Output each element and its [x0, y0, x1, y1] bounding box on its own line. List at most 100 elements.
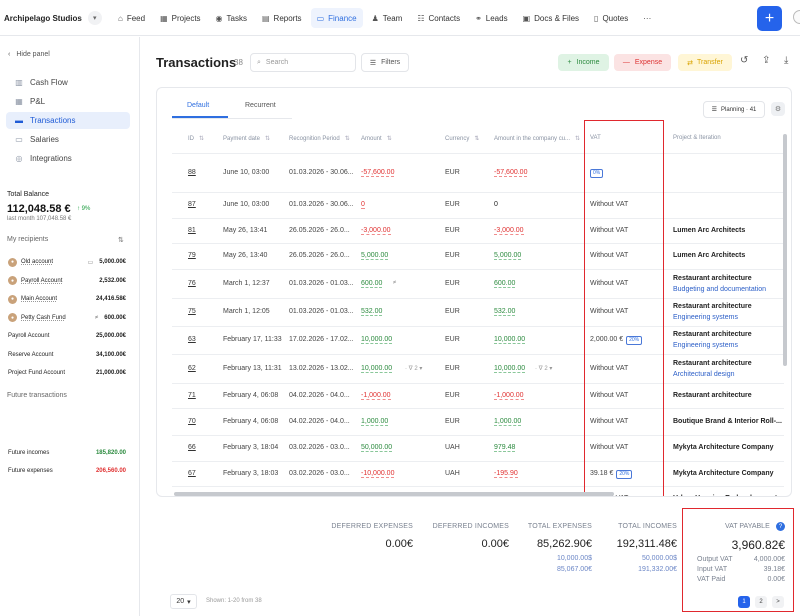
- row-divider: [172, 383, 784, 384]
- filters-button[interactable]: ☰ Filters: [361, 53, 409, 72]
- row-project[interactable]: Urban Housing Redevelopment: [673, 495, 777, 497]
- column-header[interactable]: Payment date ⇅: [223, 135, 270, 142]
- column-header[interactable]: Currency ⇅: [445, 135, 479, 142]
- recipient-row[interactable]: ● Main Account 24,416.58€: [8, 292, 126, 306]
- row-id[interactable]: 63: [188, 336, 196, 343]
- row-iteration[interactable]: Budgeting and documentation: [673, 286, 766, 293]
- sidebar-item-cash-flow[interactable]: ▥ Cash Flow: [6, 74, 130, 91]
- row-amount[interactable]: 10,000.00: [361, 365, 393, 373]
- page-button[interactable]: 2: [755, 596, 767, 608]
- recipient-row[interactable]: ● Payroll Account 2,532.00€: [8, 274, 126, 288]
- column-header[interactable]: Amount in the company cu... ⇅: [494, 135, 580, 142]
- row-id[interactable]: 66: [188, 444, 196, 451]
- planning-button[interactable]: ☰ Planning · 41: [703, 101, 765, 118]
- nav-item-finance[interactable]: ▭ Finance: [310, 8, 363, 28]
- row-id[interactable]: 70: [188, 418, 196, 425]
- row-id[interactable]: 87: [188, 201, 196, 208]
- row-amount[interactable]: 600.00: [361, 280, 383, 288]
- recipient-row[interactable]: ● Old account ▭ 5,000.00€: [8, 255, 126, 269]
- column-header[interactable]: Project & Iteration: [673, 135, 721, 141]
- future-row[interactable]: Future incomes 185,820.00: [8, 446, 126, 460]
- row-amount[interactable]: 1,000.00: [361, 418, 389, 426]
- row-amount[interactable]: -10,000.00: [361, 470, 395, 478]
- upload-icon[interactable]: ⇪: [762, 55, 770, 66]
- history-icon[interactable]: ↺: [740, 55, 748, 66]
- nav-item-leads[interactable]: ⚭ Leads: [469, 8, 514, 28]
- page-button[interactable]: 1: [738, 596, 750, 608]
- user-avatar[interactable]: [793, 10, 800, 24]
- row-amount[interactable]: -57,600.00: [361, 169, 395, 177]
- row-project[interactable]: Boutique Brand & Interior Roll-...: [673, 418, 782, 425]
- nav-item-[interactable]: ···: [637, 8, 657, 28]
- org-switcher[interactable]: Archipelago Studios ▾: [4, 8, 102, 28]
- nav-item-projects[interactable]: ▦ Projects: [154, 8, 206, 28]
- sidebar-item-p-l[interactable]: ▦ P&L: [6, 93, 130, 110]
- per-page-select[interactable]: 20 ▾: [170, 594, 197, 609]
- row-project[interactable]: Mykyta Architecture Company: [673, 444, 774, 451]
- row-project[interactable]: Restaurant architecture: [673, 392, 752, 399]
- search-input[interactable]: ⌕ Search: [250, 53, 356, 72]
- recipient-row[interactable]: ● Petty Cash Fund ≠ 600.00€: [8, 311, 126, 325]
- balance-change-badge: ↑ 9%: [77, 206, 91, 212]
- row-id[interactable]: 79: [188, 252, 196, 259]
- row-project[interactable]: Restaurant architecture: [673, 360, 752, 367]
- nav-item-tasks[interactable]: ◉ Tasks: [210, 8, 253, 28]
- hide-panel-button[interactable]: ‹ Hide panel: [8, 51, 50, 58]
- nav-item-contacts[interactable]: ☷ Contacts: [411, 8, 466, 28]
- create-button[interactable]: +: [757, 6, 782, 31]
- column-header[interactable]: ID ⇅: [188, 135, 204, 142]
- row-id[interactable]: 81: [188, 227, 196, 234]
- add-transfer-button[interactable]: ⇄ Transfer: [678, 54, 732, 71]
- row-amount[interactable]: -3,000.00: [361, 227, 391, 235]
- row-amount[interactable]: 50,000.00: [361, 444, 393, 452]
- recipient-row[interactable]: Reserve Account 34,100.00€: [8, 348, 126, 362]
- row-id[interactable]: 62: [188, 365, 196, 372]
- row-company-extra[interactable]: · ∇ 2 ▾: [535, 365, 552, 372]
- row-id[interactable]: 71: [188, 392, 196, 399]
- tab-recurrent[interactable]: Recurrent: [245, 102, 276, 109]
- sidebar-item-integrations[interactable]: ◎ Integrations: [6, 150, 130, 167]
- gear-icon[interactable]: ⚙: [771, 102, 785, 116]
- future-row[interactable]: Future expenses 206,560.00: [8, 464, 126, 478]
- row-amount-extra[interactable]: · ∇ 2 ▾: [405, 365, 422, 372]
- row-amount[interactable]: 532.00: [361, 308, 383, 316]
- recipient-row[interactable]: Payroll Account 25,000.00€: [8, 329, 126, 343]
- row-project[interactable]: Restaurant architecture: [673, 303, 752, 310]
- row-project[interactable]: Mykyta Architecture Company: [673, 470, 774, 477]
- row-amount-extra[interactable]: ≠: [393, 280, 396, 286]
- row-id[interactable]: 75: [188, 308, 196, 315]
- row-iteration[interactable]: Engineering systems: [673, 314, 738, 321]
- column-header[interactable]: Amount ⇅: [361, 135, 392, 142]
- horizontal-scrollbar[interactable]: [174, 492, 614, 496]
- row-id[interactable]: 67: [188, 470, 196, 477]
- recipient-row[interactable]: Project Fund Account 21,000.00€: [8, 366, 126, 380]
- add-income-button[interactable]: + Income: [558, 54, 609, 71]
- row-iteration[interactable]: Architectural design: [673, 371, 734, 378]
- download-icon[interactable]: ⤓: [784, 55, 788, 66]
- row-id[interactable]: 76: [188, 280, 196, 287]
- row-project[interactable]: Restaurant architecture: [673, 331, 752, 338]
- vertical-scrollbar[interactable]: [783, 134, 787, 366]
- row-amount[interactable]: 10,000.00: [361, 336, 393, 344]
- nav-item-docs-files[interactable]: ▣ Docs & Files: [517, 8, 585, 28]
- info-icon[interactable]: ?: [776, 522, 785, 531]
- column-header[interactable]: Recognition Period ⇅: [289, 135, 350, 142]
- sidebar-item-salaries[interactable]: ▭ Salaries: [6, 131, 130, 148]
- row-amount[interactable]: 0: [361, 201, 365, 209]
- nav-item-feed[interactable]: ⌂ Feed: [112, 8, 151, 28]
- nav-item-reports[interactable]: ▤ Reports: [256, 8, 308, 28]
- row-iteration[interactable]: Engineering systems: [673, 342, 738, 349]
- add-expense-button[interactable]: — Expense: [614, 54, 671, 71]
- nav-item-team[interactable]: ♟ Team: [366, 8, 409, 28]
- row-project[interactable]: Lumen Arc Architects: [673, 227, 745, 234]
- next-page-button[interactable]: >: [772, 596, 784, 608]
- tab-default[interactable]: Default: [187, 102, 209, 109]
- row-amount[interactable]: -1,000.00: [361, 392, 391, 400]
- nav-item-quotes[interactable]: ▯ Quotes: [588, 8, 634, 28]
- sort-icon[interactable]: ⇅: [118, 236, 124, 244]
- row-project[interactable]: Lumen Arc Architects: [673, 252, 745, 259]
- row-id[interactable]: 88: [188, 169, 196, 176]
- sidebar-item-transactions[interactable]: ▬ Transactions: [6, 112, 130, 129]
- row-project[interactable]: Restaurant architecture: [673, 275, 752, 282]
- row-amount[interactable]: 5,000.00: [361, 252, 389, 260]
